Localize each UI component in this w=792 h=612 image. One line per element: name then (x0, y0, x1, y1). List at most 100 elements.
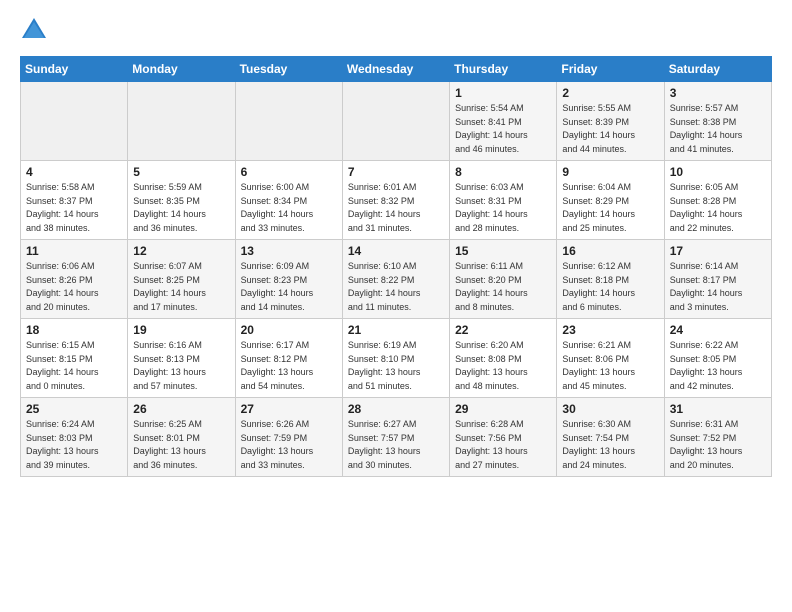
calendar-cell: 10 Sunrise: 6:05 AM Sunset: 8:28 PM Dayli… (664, 161, 771, 240)
calendar-day-header: Tuesday (235, 57, 342, 82)
calendar-header-row: SundayMondayTuesdayWednesdayThursdayFrid… (21, 57, 772, 82)
calendar-week-row: 1Sunrise: 5:54 AM Sunset: 8:41 PM Daylig… (21, 82, 772, 161)
day-number: 29 (455, 402, 551, 416)
day-info: Sunrise: 6:06 AM Sunset: 8:26 PM Dayligh… (26, 260, 122, 314)
calendar-cell: 19 Sunrise: 6:16 AM Sunset: 8:13 PM Dayli… (128, 319, 235, 398)
day-info: Sunrise: 6:01 AM Sunset: 8:32 PM Dayligh… (348, 181, 444, 235)
day-info: Sunrise: 6:22 AM Sunset: 8:05 PM Dayligh… (670, 339, 766, 393)
day-number: 23 (562, 323, 658, 337)
calendar-cell: 24 Sunrise: 6:22 AM Sunset: 8:05 PM Dayli… (664, 319, 771, 398)
day-info: Sunrise: 6:11 AM Sunset: 8:20 PM Dayligh… (455, 260, 551, 314)
day-info: Sunrise: 5:58 AM Sunset: 8:37 PM Dayligh… (26, 181, 122, 235)
day-number: 1 (455, 86, 551, 100)
calendar-cell: 29 Sunrise: 6:28 AM Sunset: 7:56 PM Dayli… (450, 398, 557, 477)
calendar-cell: 26Sunrise: 6:25 AM Sunset: 8:01 PM Dayli… (128, 398, 235, 477)
day-number: 27 (241, 402, 337, 416)
day-number: 18 (26, 323, 122, 337)
calendar-day-header: Saturday (664, 57, 771, 82)
calendar-cell: 16Sunrise: 6:12 AM Sunset: 8:18 PM Dayli… (557, 240, 664, 319)
calendar-cell: 14 Sunrise: 6:10 AM Sunset: 8:22 PM Dayli… (342, 240, 449, 319)
page: SundayMondayTuesdayWednesdayThursdayFrid… (0, 0, 792, 612)
day-number: 7 (348, 165, 444, 179)
calendar-cell: 17 Sunrise: 6:14 AM Sunset: 8:17 PM Dayli… (664, 240, 771, 319)
calendar-cell: 31Sunrise: 6:31 AM Sunset: 7:52 PM Dayli… (664, 398, 771, 477)
calendar-cell: 22 Sunrise: 6:20 AM Sunset: 8:08 PM Dayli… (450, 319, 557, 398)
day-info: Sunrise: 6:21 AM Sunset: 8:06 PM Dayligh… (562, 339, 658, 393)
calendar-cell: 2 Sunrise: 5:55 AM Sunset: 8:39 PM Daylig… (557, 82, 664, 161)
day-info: Sunrise: 6:05 AM Sunset: 8:28 PM Dayligh… (670, 181, 766, 235)
day-number: 4 (26, 165, 122, 179)
day-info: Sunrise: 6:19 AM Sunset: 8:10 PM Dayligh… (348, 339, 444, 393)
day-number: 20 (241, 323, 337, 337)
calendar-day-header: Wednesday (342, 57, 449, 82)
calendar-cell: 4 Sunrise: 5:58 AM Sunset: 8:37 PM Daylig… (21, 161, 128, 240)
day-number: 3 (670, 86, 766, 100)
calendar-cell: 15 Sunrise: 6:11 AM Sunset: 8:20 PM Dayli… (450, 240, 557, 319)
calendar-cell: 12 Sunrise: 6:07 AM Sunset: 8:25 PM Dayli… (128, 240, 235, 319)
day-number: 2 (562, 86, 658, 100)
calendar-cell: 1Sunrise: 5:54 AM Sunset: 8:41 PM Daylig… (450, 82, 557, 161)
day-number: 25 (26, 402, 122, 416)
day-number: 13 (241, 244, 337, 258)
calendar-cell: 21 Sunrise: 6:19 AM Sunset: 8:10 PM Dayli… (342, 319, 449, 398)
day-info: Sunrise: 6:03 AM Sunset: 8:31 PM Dayligh… (455, 181, 551, 235)
day-info: Sunrise: 6:14 AM Sunset: 8:17 PM Dayligh… (670, 260, 766, 314)
calendar-week-row: 18 Sunrise: 6:15 AM Sunset: 8:15 PM Dayli… (21, 319, 772, 398)
day-number: 12 (133, 244, 229, 258)
calendar-cell: 28 Sunrise: 6:27 AM Sunset: 7:57 PM Dayli… (342, 398, 449, 477)
day-info: Sunrise: 6:28 AM Sunset: 7:56 PM Dayligh… (455, 418, 551, 472)
day-info: Sunrise: 6:30 AM Sunset: 7:54 PM Dayligh… (562, 418, 658, 472)
day-number: 24 (670, 323, 766, 337)
calendar-cell: 6 Sunrise: 6:00 AM Sunset: 8:34 PM Daylig… (235, 161, 342, 240)
calendar-cell: 30 Sunrise: 6:30 AM Sunset: 7:54 PM Dayli… (557, 398, 664, 477)
day-info: Sunrise: 6:10 AM Sunset: 8:22 PM Dayligh… (348, 260, 444, 314)
day-number: 28 (348, 402, 444, 416)
day-number: 15 (455, 244, 551, 258)
day-number: 14 (348, 244, 444, 258)
day-number: 17 (670, 244, 766, 258)
day-number: 8 (455, 165, 551, 179)
day-info: Sunrise: 6:20 AM Sunset: 8:08 PM Dayligh… (455, 339, 551, 393)
day-number: 22 (455, 323, 551, 337)
day-info: Sunrise: 5:55 AM Sunset: 8:39 PM Dayligh… (562, 102, 658, 156)
calendar-week-row: 25 Sunrise: 6:24 AM Sunset: 8:03 PM Dayli… (21, 398, 772, 477)
day-info: Sunrise: 5:57 AM Sunset: 8:38 PM Dayligh… (670, 102, 766, 156)
day-number: 6 (241, 165, 337, 179)
day-number: 30 (562, 402, 658, 416)
calendar-table: SundayMondayTuesdayWednesdayThursdayFrid… (20, 56, 772, 477)
day-info: Sunrise: 6:09 AM Sunset: 8:23 PM Dayligh… (241, 260, 337, 314)
calendar-day-header: Monday (128, 57, 235, 82)
day-info: Sunrise: 6:26 AM Sunset: 7:59 PM Dayligh… (241, 418, 337, 472)
day-info: Sunrise: 6:24 AM Sunset: 8:03 PM Dayligh… (26, 418, 122, 472)
calendar-cell: 25 Sunrise: 6:24 AM Sunset: 8:03 PM Dayli… (21, 398, 128, 477)
calendar-cell: 5Sunrise: 5:59 AM Sunset: 8:35 PM Daylig… (128, 161, 235, 240)
calendar-cell: 13 Sunrise: 6:09 AM Sunset: 8:23 PM Dayli… (235, 240, 342, 319)
day-number: 19 (133, 323, 229, 337)
calendar-cell: 7 Sunrise: 6:01 AM Sunset: 8:32 PM Daylig… (342, 161, 449, 240)
header (20, 16, 772, 44)
day-info: Sunrise: 6:16 AM Sunset: 8:13 PM Dayligh… (133, 339, 229, 393)
calendar-cell (342, 82, 449, 161)
day-number: 10 (670, 165, 766, 179)
calendar-cell (128, 82, 235, 161)
calendar-cell: 23 Sunrise: 6:21 AM Sunset: 8:06 PM Dayli… (557, 319, 664, 398)
day-info: Sunrise: 6:04 AM Sunset: 8:29 PM Dayligh… (562, 181, 658, 235)
day-info: Sunrise: 6:27 AM Sunset: 7:57 PM Dayligh… (348, 418, 444, 472)
calendar-day-header: Friday (557, 57, 664, 82)
day-info: Sunrise: 6:17 AM Sunset: 8:12 PM Dayligh… (241, 339, 337, 393)
calendar-week-row: 4 Sunrise: 5:58 AM Sunset: 8:37 PM Daylig… (21, 161, 772, 240)
day-info: Sunrise: 6:12 AM Sunset: 8:18 PM Dayligh… (562, 260, 658, 314)
day-number: 5 (133, 165, 229, 179)
logo-icon (20, 16, 48, 44)
calendar-cell: 9 Sunrise: 6:04 AM Sunset: 8:29 PM Daylig… (557, 161, 664, 240)
day-info: Sunrise: 6:31 AM Sunset: 7:52 PM Dayligh… (670, 418, 766, 472)
calendar-cell: 11Sunrise: 6:06 AM Sunset: 8:26 PM Dayli… (21, 240, 128, 319)
day-number: 21 (348, 323, 444, 337)
calendar-week-row: 11Sunrise: 6:06 AM Sunset: 8:26 PM Dayli… (21, 240, 772, 319)
day-info: Sunrise: 6:15 AM Sunset: 8:15 PM Dayligh… (26, 339, 122, 393)
day-number: 26 (133, 402, 229, 416)
day-info: Sunrise: 6:00 AM Sunset: 8:34 PM Dayligh… (241, 181, 337, 235)
day-info: Sunrise: 6:07 AM Sunset: 8:25 PM Dayligh… (133, 260, 229, 314)
calendar-cell: 20 Sunrise: 6:17 AM Sunset: 8:12 PM Dayli… (235, 319, 342, 398)
day-number: 9 (562, 165, 658, 179)
